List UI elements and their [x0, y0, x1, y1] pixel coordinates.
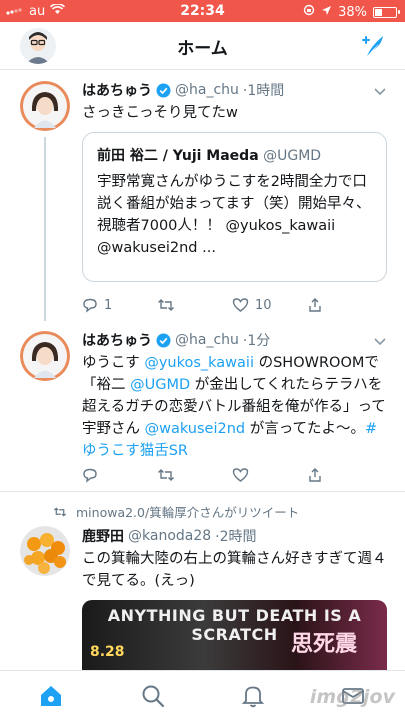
- watermark-logo: img2jov: [309, 686, 395, 708]
- reply-button[interactable]: [82, 465, 157, 485]
- reply-icon: [83, 298, 97, 313]
- home-icon: [41, 686, 61, 706]
- location-icon: [321, 5, 332, 20]
- text-segment: が言ってたよ〜。: [245, 421, 366, 437]
- bell-icon: [241, 686, 265, 708]
- tweet-time: ·2時間: [215, 529, 257, 545]
- chevron-down-icon[interactable]: [373, 83, 387, 97]
- author-handle[interactable]: @kanoda28: [128, 528, 211, 544]
- heart-icon: [232, 298, 249, 312]
- tweet-text: ゆうこす @yukos_kawaii のSHOWROOMで「裕二 @UGMD が…: [82, 352, 391, 462]
- like-button[interactable]: [232, 465, 307, 485]
- share-button[interactable]: [307, 295, 382, 315]
- page-title: ホーム: [177, 39, 228, 59]
- thread-connector: [44, 137, 46, 321]
- compose-tweet-button[interactable]: [357, 30, 389, 62]
- author-name[interactable]: 鹿野田: [82, 526, 124, 546]
- author-handle[interactable]: @ha_chu: [175, 82, 239, 98]
- text-segment: ゆうこす: [82, 355, 145, 371]
- retweet-button[interactable]: [157, 295, 232, 315]
- bottom-tab-bar: img2jov: [0, 670, 405, 720]
- retweet-icon: [158, 299, 174, 311]
- tweet-actions: 1 10: [82, 295, 382, 315]
- retweeted-by[interactable]: minowa2.0/箕輪厚介さんがリツイート: [52, 502, 299, 521]
- tab-search[interactable]: [140, 683, 166, 709]
- retweet-icon: [53, 506, 67, 517]
- tweet-actions: [82, 465, 382, 485]
- heart-icon: [232, 468, 249, 482]
- like-count: 10: [255, 297, 272, 313]
- media-kanji-text: 思死震: [290, 632, 357, 657]
- reply-icon: [83, 468, 97, 483]
- quoted-tweet[interactable]: 前田 裕二 / Yuji Maeda @UGMD 宇野常寛さんがゆうこすを2時間…: [82, 132, 387, 282]
- mention-link[interactable]: @UGMD: [130, 377, 190, 393]
- tab-notifications[interactable]: [240, 683, 266, 709]
- chevron-down-icon[interactable]: [373, 333, 387, 347]
- compose-feather-icon: [362, 36, 383, 56]
- avatar[interactable]: [20, 331, 70, 381]
- author-handle[interactable]: @ha_chu: [175, 332, 239, 348]
- search-icon: [142, 685, 165, 708]
- tweet-time: ·1分: [242, 333, 271, 349]
- battery-percent: 38%: [338, 4, 367, 20]
- tweet-1[interactable]: はあちゅう @ha_chu ·1時間 さっきこっそり見てたw 前田 裕二 / Yu…: [0, 71, 405, 321]
- reply-count: 1: [104, 297, 113, 313]
- tweet-time: ·1時間: [242, 83, 285, 99]
- author-name[interactable]: はあちゅう: [82, 80, 152, 100]
- reply-button[interactable]: 1: [82, 295, 157, 315]
- status-bar: au 22:34 38%: [0, 0, 405, 22]
- home-timeline: はあちゅう @ha_chu ·1時間 さっきこっそり見てたw 前田 裕二 / Yu…: [0, 71, 405, 670]
- tweet-text: さっきこっそり見てたw: [82, 105, 238, 121]
- tweet-header: 鹿野田 @kanoda28·2時間: [82, 526, 391, 546]
- media-date-text: 8.28: [90, 644, 125, 660]
- verified-badge-icon: [156, 333, 171, 348]
- quoted-author-name: 前田 裕二 / Yuji Maeda: [97, 148, 259, 164]
- retweet-icon: [158, 469, 174, 481]
- lock-rotation-icon: [303, 4, 315, 20]
- like-button[interactable]: 10: [232, 295, 307, 315]
- share-icon: [309, 298, 321, 312]
- retweet-button[interactable]: [157, 465, 232, 485]
- battery-icon: [373, 6, 400, 18]
- avatar[interactable]: [20, 81, 70, 131]
- mention-link[interactable]: @wakusei2nd: [145, 421, 246, 437]
- mention-link[interactable]: @yukos_kawaii: [144, 355, 254, 371]
- avatar[interactable]: [20, 526, 70, 576]
- share-icon: [309, 468, 321, 482]
- tweet-media-image[interactable]: ANYTHING BUT DEATH IS A SCRATCH 思死震 8.28: [82, 600, 387, 670]
- tweet-3[interactable]: minowa2.0/箕輪厚介さんがリツイート 鹿野田 @kanoda28·2時間…: [0, 492, 405, 670]
- author-name[interactable]: はあちゅう: [82, 330, 152, 350]
- tab-home[interactable]: [38, 683, 64, 709]
- quoted-author-handle: @UGMD: [263, 148, 322, 164]
- verified-badge-icon: [156, 83, 171, 98]
- tweet-text: この箕輪大陸の右上の箕輪さん好きすぎて週４で見てる。(えっ): [82, 551, 387, 589]
- share-button[interactable]: [307, 465, 382, 485]
- tweet-header: はあちゅう @ha_chu ·1分: [82, 330, 391, 350]
- quoted-tweet-text: 宇野常寛さんがゆうこすを2時間全力で口説く番組が始まってます（笑）開始早々、視聴…: [97, 174, 371, 256]
- tweet-2[interactable]: はあちゅう @ha_chu ·1分 ゆうこす @yukos_kawaii のSHO…: [0, 321, 405, 491]
- top-nav-bar: ホーム: [0, 22, 405, 70]
- retweeted-by-label: minowa2.0/箕輪厚介さんがリツイート: [76, 505, 300, 520]
- tweet-header: はあちゅう @ha_chu ·1時間: [82, 80, 391, 100]
